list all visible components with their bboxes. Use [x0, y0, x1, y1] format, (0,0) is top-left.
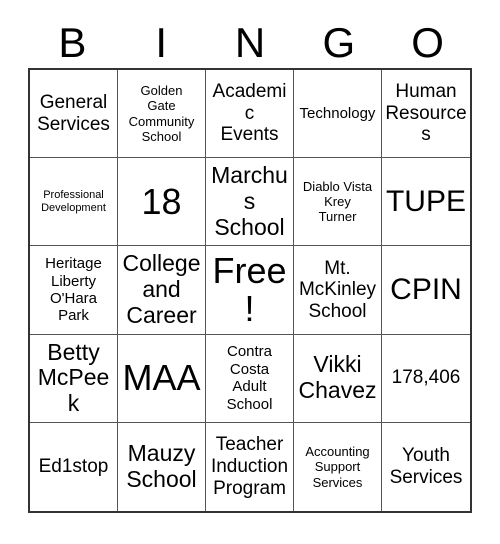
- bingo-header-row: B I N G O: [28, 8, 472, 66]
- bingo-grid: General Services Golden Gate Community S…: [28, 68, 472, 513]
- bingo-cell-label: Golden Gate Community School: [128, 82, 195, 144]
- bingo-cell[interactable]: General Services: [30, 70, 118, 159]
- bingo-cell[interactable]: Marchus School: [206, 158, 294, 247]
- bingo-cell-label: General Services: [37, 91, 110, 135]
- bingo-cell[interactable]: 178,406: [382, 334, 470, 423]
- bingo-cell-label: 178,406: [391, 367, 461, 389]
- bingo-cell-label: TUPE: [385, 185, 466, 219]
- bingo-cell[interactable]: Teacher Induction Program: [206, 422, 294, 511]
- bingo-cell[interactable]: Technology: [294, 70, 382, 159]
- bingo-cell-label: CPIN: [390, 273, 462, 307]
- bingo-cell-label: Mauzy School: [126, 440, 197, 492]
- bingo-header-letter-i: I: [155, 19, 168, 66]
- bingo-cell[interactable]: CPIN: [382, 246, 470, 335]
- bingo-cell-label: Mt. McKinley School: [298, 257, 377, 322]
- bingo-cell-label: Ed1stop: [38, 456, 109, 478]
- bingo-cell[interactable]: Vikki Chavez: [294, 334, 382, 423]
- bingo-cell[interactable]: 18: [118, 158, 206, 247]
- bingo-cell-label: Teacher Induction Program: [210, 434, 289, 499]
- bingo-cell[interactable]: Youth Services: [382, 422, 470, 511]
- bingo-cell[interactable]: Accounting Support Services: [294, 422, 382, 511]
- bingo-cell-label: Technology: [299, 104, 376, 122]
- bingo-header-letter-n: N: [234, 19, 266, 66]
- bingo-cell[interactable]: College and Career: [118, 246, 206, 335]
- bingo-header-letter-o: O: [411, 19, 444, 66]
- bingo-cell[interactable]: Mt. McKinley School: [294, 246, 382, 335]
- bingo-header-letter-b: B: [58, 19, 87, 66]
- bingo-cell-label: 18: [141, 180, 182, 222]
- bingo-cell-label: Contra Costa Adult School: [226, 343, 273, 413]
- bingo-cell[interactable]: Betty McPeek: [30, 334, 118, 423]
- bingo-cell-label: MAA: [122, 357, 201, 399]
- bingo-cell[interactable]: TUPE: [382, 158, 470, 247]
- bingo-cell-label: Heritage Liberty O'Hara Park: [45, 255, 102, 325]
- bingo-cell[interactable]: Heritage Liberty O'Hara Park: [30, 246, 118, 335]
- bingo-card: B I N G O General Services Golden Gate C…: [0, 0, 500, 544]
- bingo-cell-label: Youth Services: [389, 445, 463, 488]
- bingo-cell-label: College and Career: [122, 250, 201, 328]
- bingo-cell[interactable]: Professional Development: [30, 158, 118, 247]
- bingo-cell-label: Betty McPeek: [37, 338, 110, 417]
- bingo-cell[interactable]: Golden Gate Community School: [118, 70, 206, 159]
- bingo-cell-label: Vikki Chavez: [298, 351, 377, 404]
- bingo-cell-label: Academic Events: [212, 81, 287, 146]
- bingo-cell[interactable]: Ed1stop: [30, 422, 118, 511]
- bingo-cell-label: Diablo Vista Krey Turner: [302, 178, 373, 225]
- bingo-header-letter-g: G: [322, 19, 356, 66]
- bingo-cell[interactable]: MAA: [118, 334, 206, 423]
- bingo-cell-label: Free!: [212, 250, 287, 329]
- bingo-cell-label: Accounting Support Services: [305, 443, 370, 490]
- bingo-cell[interactable]: Human Resources: [382, 70, 470, 159]
- bingo-cell-free-space[interactable]: Free!: [206, 246, 294, 335]
- bingo-cell[interactable]: Contra Costa Adult School: [206, 334, 294, 423]
- bingo-cell-label: Human Resources: [385, 81, 467, 146]
- bingo-cell[interactable]: Mauzy School: [118, 422, 206, 511]
- bingo-cell-label: Professional Development: [41, 188, 106, 214]
- bingo-cell-label: Marchus School: [211, 162, 288, 240]
- bingo-cell[interactable]: Diablo Vista Krey Turner: [294, 158, 382, 247]
- bingo-cell[interactable]: Academic Events: [206, 70, 294, 159]
